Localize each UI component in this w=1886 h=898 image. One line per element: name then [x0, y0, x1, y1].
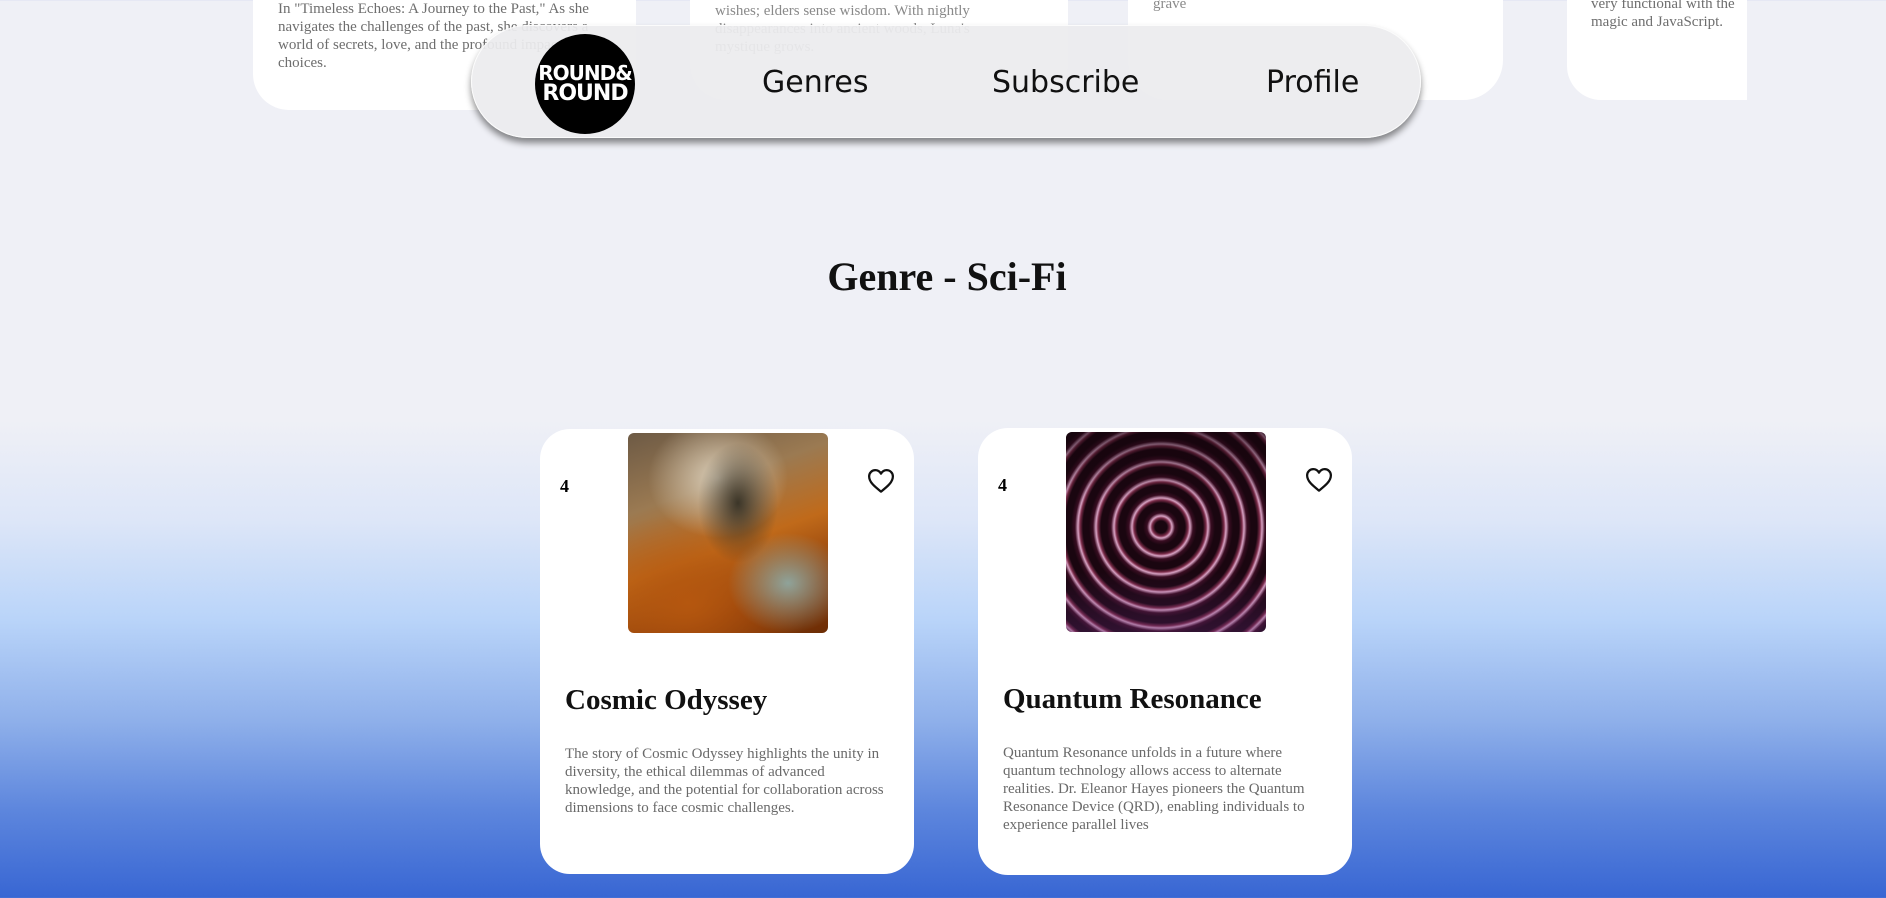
nav-link-profile[interactable]: Profile — [1266, 66, 1359, 100]
swirl-cover-image — [1066, 432, 1266, 632]
logo-text-line1: ROUND& — [538, 61, 632, 85]
book-description: very functional with the magic and JavaS… — [1591, 0, 1735, 30]
book-title: Cosmic Odyssey — [565, 684, 768, 716]
book-title: Quantum Resonance — [1003, 683, 1262, 715]
book-card[interactable]: 4 Cosmic Odyssey The story of Cosmic Ody… — [540, 429, 914, 874]
nav-link-subscribe[interactable]: Subscribe — [992, 66, 1139, 100]
book-card-partial[interactable]: very functional with the magic and JavaS… — [1567, 0, 1747, 100]
nav-link-genres[interactable]: Genres — [762, 66, 868, 100]
book-description: The story of Cosmic Odyssey highlights t… — [565, 746, 884, 816]
book-card[interactable]: 4 Quantum Resonance Quantum Resonance un… — [978, 428, 1352, 875]
book-description: grave — [1153, 0, 1187, 12]
rating-value: 4 — [560, 476, 569, 496]
floating-navbar: ROUND& ROUND Genres Subscribe Profile — [471, 25, 1421, 138]
round-and-round-logo[interactable]: ROUND& ROUND — [535, 34, 635, 134]
book-description: Quantum Resonance unfolds in a future wh… — [1003, 745, 1305, 833]
heart-outline-icon[interactable] — [1304, 465, 1334, 495]
heart-outline-icon[interactable] — [866, 466, 896, 496]
logo-text-line2: ROUND — [542, 81, 628, 106]
genre-heading: Genre - Sci-Fi — [827, 254, 1067, 299]
nebula-cover-image — [628, 433, 828, 633]
rating-value: 4 — [998, 475, 1007, 495]
